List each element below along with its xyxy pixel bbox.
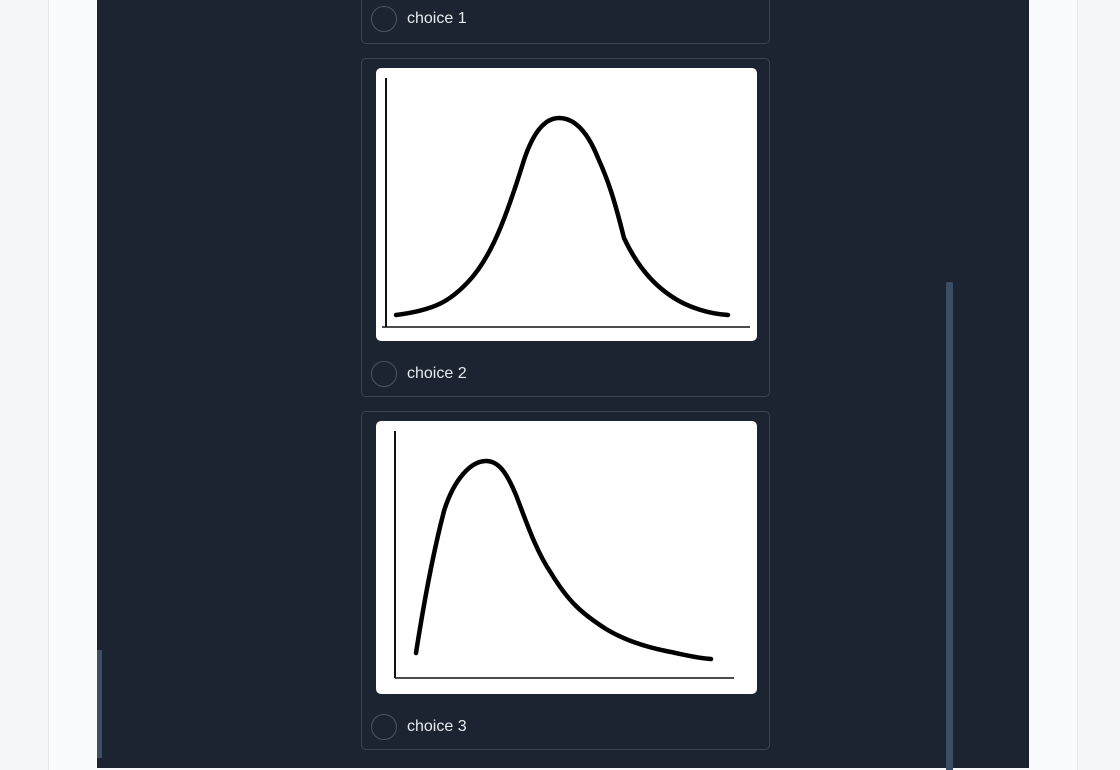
right-scrollbar[interactable]: [946, 282, 953, 770]
choice-row-1[interactable]: choice 1: [371, 5, 467, 33]
choice-row-3[interactable]: choice 3: [371, 713, 467, 741]
left-scrollbar[interactable]: [97, 650, 102, 758]
choice-1-radio[interactable]: [371, 6, 397, 32]
choice-2-image-bell-curve: [376, 68, 757, 341]
choice-3-radio[interactable]: [371, 714, 397, 740]
question-panel: choice 1 choice 2 choice 3: [97, 0, 1029, 768]
choice-2-radio[interactable]: [371, 361, 397, 387]
choice-row-2[interactable]: choice 2: [371, 360, 467, 388]
choice-3-label: choice 3: [407, 718, 467, 735]
choice-card-3[interactable]: choice 3: [361, 411, 770, 750]
choice-card-1[interactable]: choice 1: [361, 0, 770, 44]
choice-card-2[interactable]: choice 2: [361, 58, 770, 397]
choice-1-label: choice 1: [407, 10, 467, 27]
choice-3-image-skewed-curve: [376, 421, 757, 694]
choice-2-label: choice 2: [407, 365, 467, 382]
